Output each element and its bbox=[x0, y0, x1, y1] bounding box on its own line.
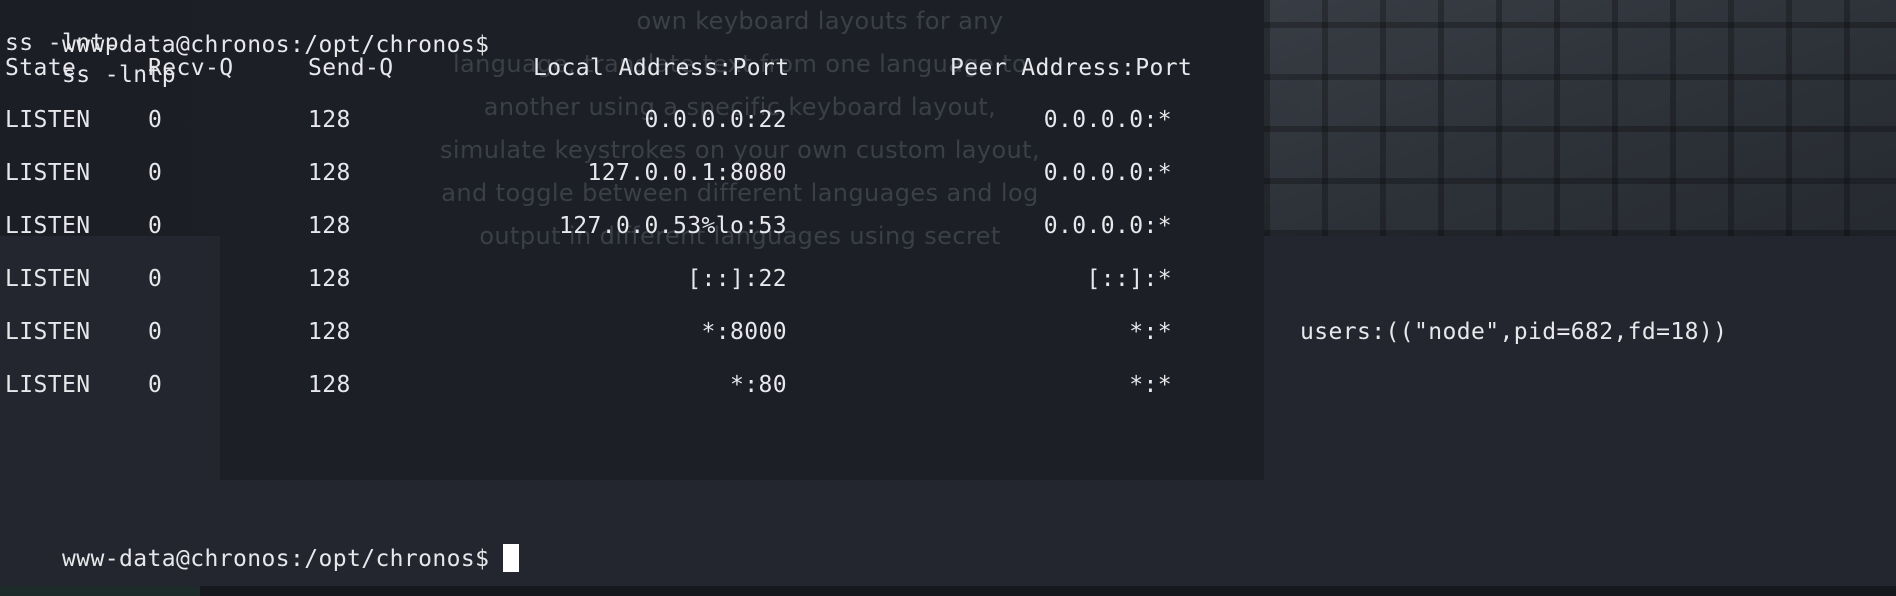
cell-peer: *:* bbox=[1129, 319, 1172, 345]
cell-state: LISTEN bbox=[5, 160, 91, 186]
header-local: Local Address:Port bbox=[533, 55, 790, 81]
cell-process: users:(("node",pid=682,fd=18)) bbox=[1300, 319, 1728, 345]
wallpaper-bottom-strip bbox=[0, 586, 1896, 596]
cell-local: *:8000 bbox=[701, 319, 787, 345]
cell-sendq: 128 bbox=[308, 213, 351, 239]
cell-peer: 0.0.0.0:* bbox=[1043, 213, 1172, 239]
cell-local: [::]:22 bbox=[687, 266, 787, 292]
cell-recvq: 0 bbox=[148, 107, 163, 133]
cell-state: LISTEN bbox=[5, 107, 91, 133]
header-state: State bbox=[5, 55, 77, 81]
cell-recvq: 0 bbox=[148, 160, 163, 186]
final-prompt-line[interactable]: www-data@chronos:/opt/chronos$ bbox=[5, 514, 520, 572]
cell-state: LISTEN bbox=[5, 266, 91, 292]
cell-local: 127.0.0.53%lo:53 bbox=[559, 213, 787, 239]
cell-peer: *:* bbox=[1129, 372, 1172, 398]
cell-local: 0.0.0.0:22 bbox=[644, 107, 787, 133]
command-line: www-data@chronos:/opt/chronos$ ss -lntp bbox=[5, 0, 489, 88]
cell-recvq: 0 bbox=[148, 266, 163, 292]
shell-prompt: www-data@chronos:/opt/chronos$ bbox=[62, 32, 490, 58]
cell-recvq: 0 bbox=[148, 372, 163, 398]
terminal-window[interactable]: own keyboard layouts for any language, t… bbox=[0, 0, 1896, 596]
cell-sendq: 128 bbox=[308, 319, 351, 345]
cell-peer: 0.0.0.0:* bbox=[1043, 107, 1172, 133]
cell-recvq: 0 bbox=[148, 319, 163, 345]
cell-state: LISTEN bbox=[5, 372, 91, 398]
cell-local: 127.0.0.1:8080 bbox=[587, 160, 787, 186]
header-sendq: Send-Q bbox=[308, 55, 394, 81]
cell-sendq: 128 bbox=[308, 107, 351, 133]
text-cursor bbox=[503, 543, 520, 572]
cell-sendq: 128 bbox=[308, 160, 351, 186]
header-peer: Peer Address:Port bbox=[950, 55, 1193, 81]
shell-prompt: www-data@chronos:/opt/chronos$ bbox=[62, 546, 490, 572]
cell-local: *:80 bbox=[730, 372, 787, 398]
cell-recvq: 0 bbox=[148, 213, 163, 239]
cell-peer: 0.0.0.0:* bbox=[1043, 160, 1172, 186]
ghost-line: own keyboard layouts for any bbox=[636, 7, 1004, 35]
cell-peer: [::]:* bbox=[1086, 266, 1172, 292]
cell-sendq: 128 bbox=[308, 266, 351, 292]
cell-state: LISTEN bbox=[5, 319, 91, 345]
cell-state: LISTEN bbox=[5, 213, 91, 239]
cell-sendq: 128 bbox=[308, 372, 351, 398]
wallpaper-keyboard-image bbox=[1264, 0, 1896, 236]
header-recvq: Recv-Q bbox=[148, 55, 234, 81]
